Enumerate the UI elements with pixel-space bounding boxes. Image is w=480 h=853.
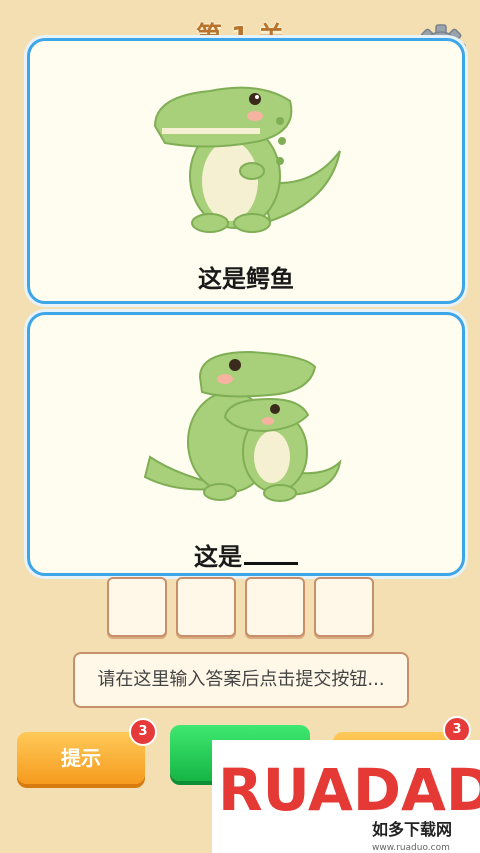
card-1-caption: 这是鳄鱼 — [198, 265, 294, 293]
answer-input[interactable]: 请在这里输入答案后点击提交按钮... — [73, 652, 409, 708]
question-card-2: 这是 — [27, 312, 465, 576]
hint-button-label: 提示 — [61, 746, 101, 770]
watermark-logo: RUADADO 如多下载网 www.ruaduo.com — [212, 740, 480, 853]
crocodile-illustration — [153, 86, 341, 233]
watermark-brand: RUADADO — [218, 756, 480, 824]
answer-slot-1[interactable] — [107, 577, 167, 637]
answer-slot-2[interactable] — [176, 577, 236, 637]
answer-blank — [244, 540, 298, 565]
answer-slot-3[interactable] — [245, 577, 305, 637]
question-card-1: 这是鳄鱼 — [27, 38, 465, 304]
watermark-site-name: 如多下载网 — [372, 820, 452, 839]
hint-count-badge: 3 — [129, 718, 157, 746]
card-2-caption: 这是 — [30, 537, 462, 572]
two-crocodiles-illustration — [143, 350, 342, 502]
watermark-url: www.ruaduo.com — [372, 843, 450, 853]
hint-button[interactable]: 提示 — [17, 732, 145, 784]
card-2-caption-prefix: 这是 — [194, 543, 242, 571]
answer-slot-4[interactable] — [314, 577, 374, 637]
